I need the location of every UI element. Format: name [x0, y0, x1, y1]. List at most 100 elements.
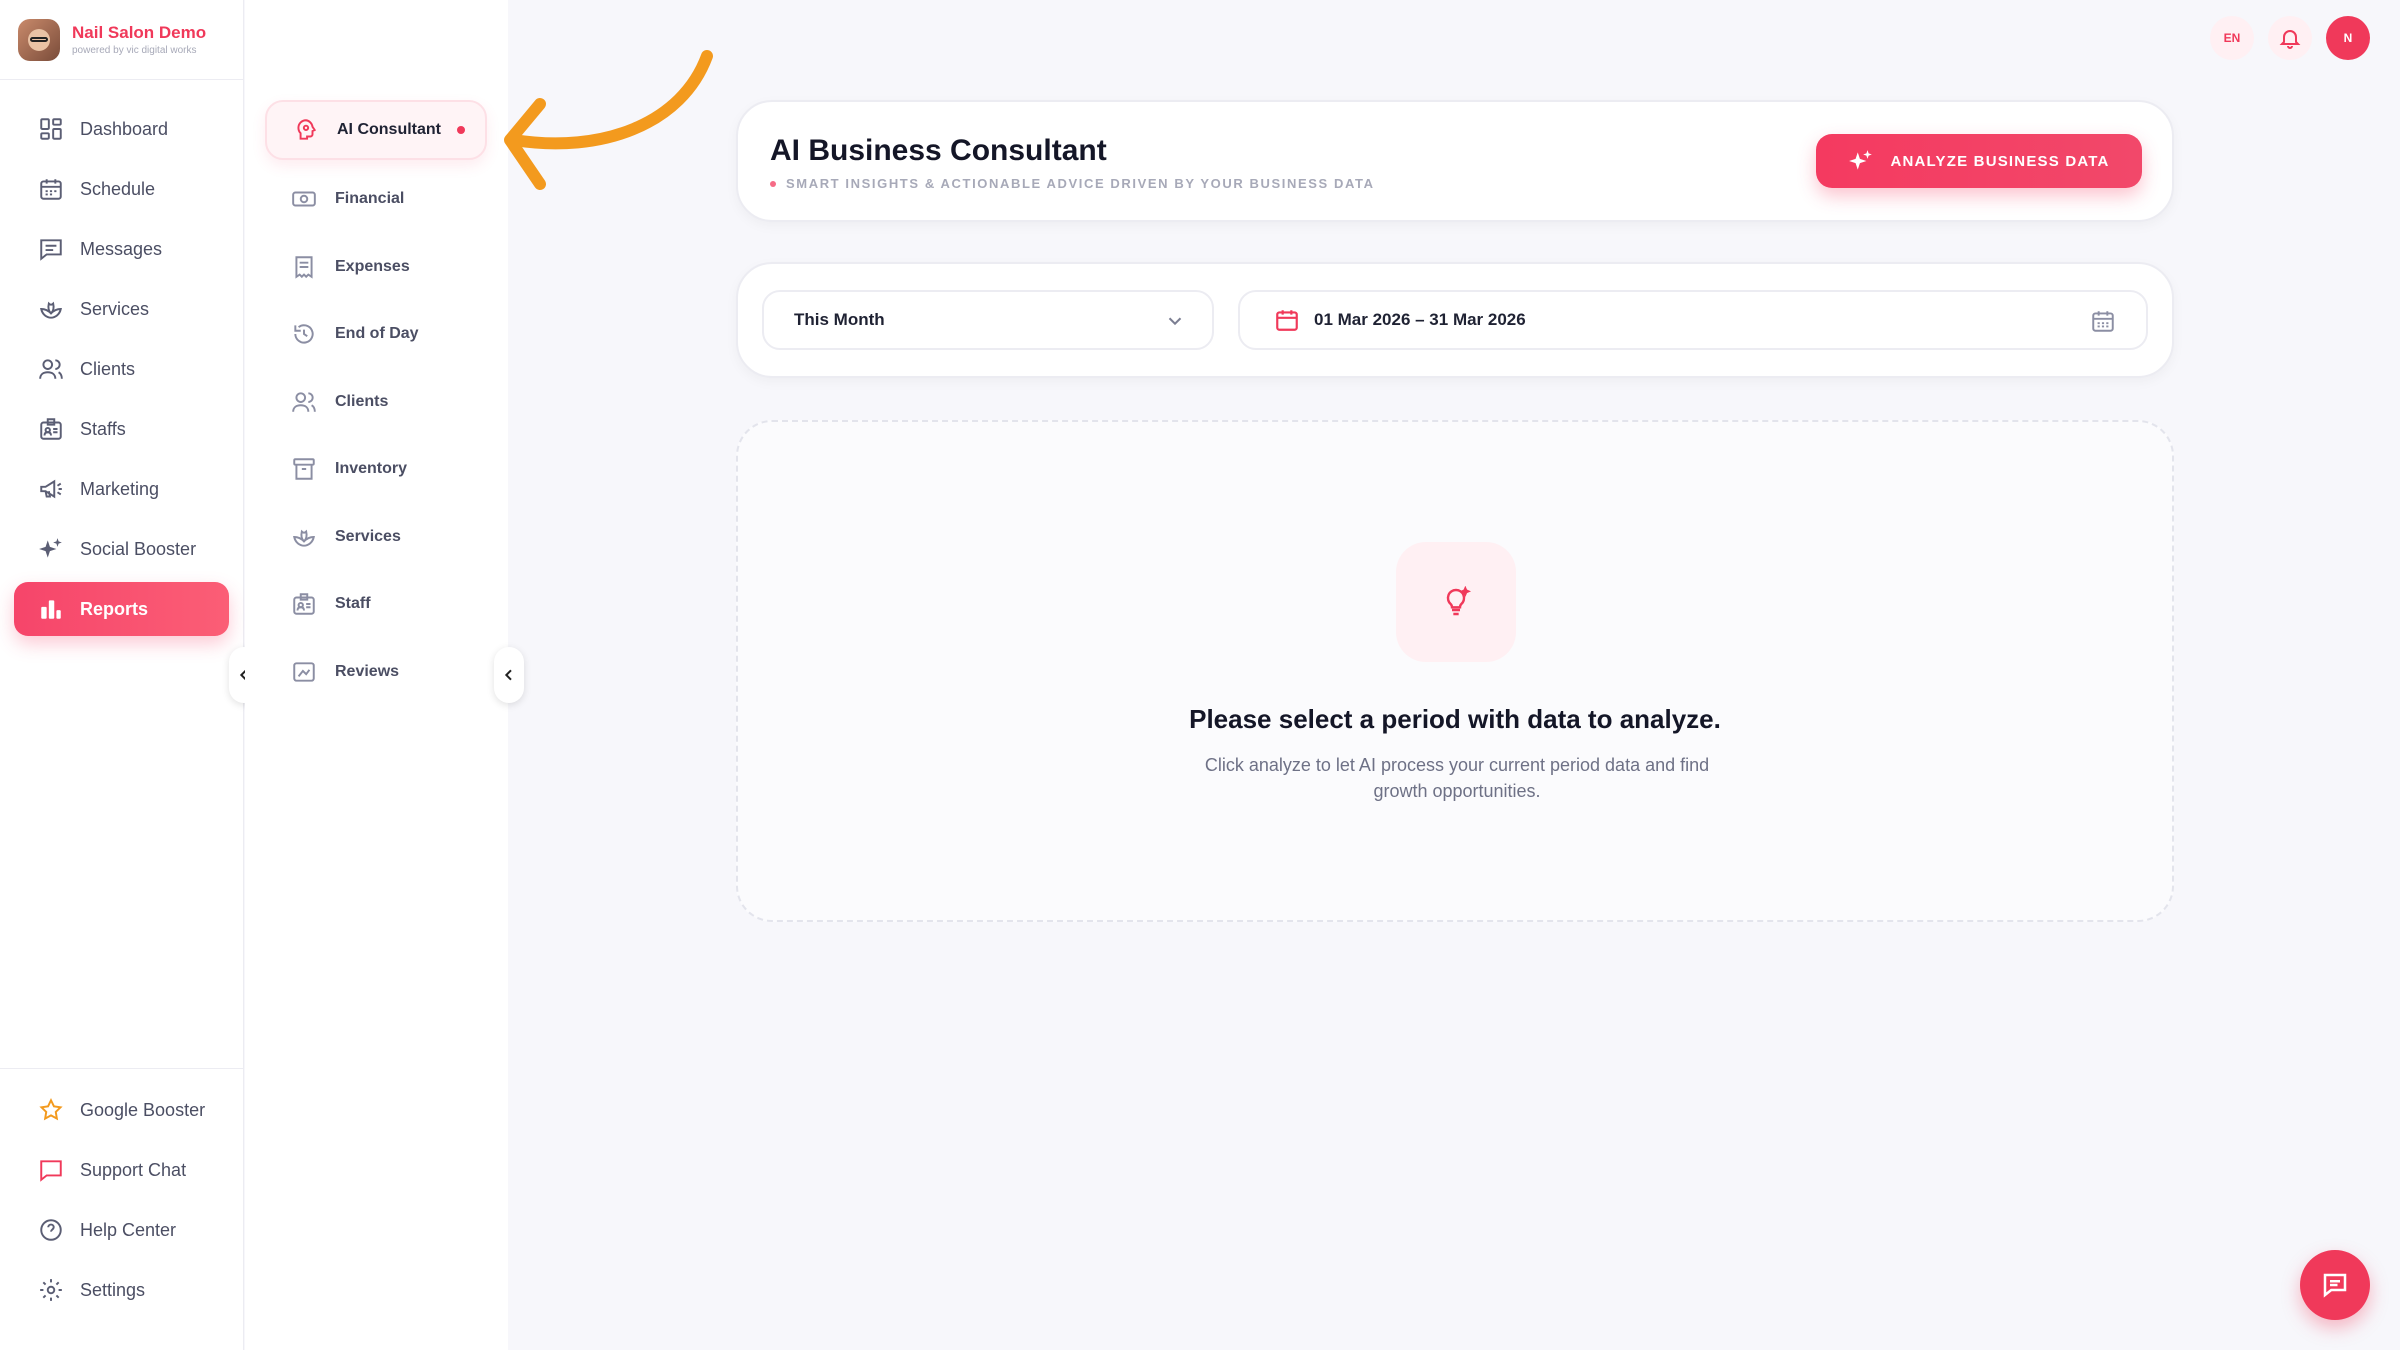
sidebar-item-google-booster[interactable]: Google Booster — [14, 1083, 229, 1137]
chat-bubble-icon — [36, 1155, 66, 1185]
chat-icon — [2323, 1273, 2347, 1298]
sidebar-item-support-chat[interactable]: Support Chat — [14, 1143, 229, 1197]
reports-item-label: Staff — [335, 595, 371, 612]
brand-avatar — [18, 18, 60, 61]
reports-item-clients[interactable]: Clients — [265, 372, 487, 432]
chat-launcher-button[interactable] — [2300, 1250, 2370, 1320]
reports-item-ai-consultant[interactable]: AI Consultant — [265, 100, 487, 160]
lotus-icon — [289, 522, 319, 552]
users-icon — [36, 354, 66, 384]
consultant-header-card: AI Business Consultant SMART INSIGHTS & … — [736, 100, 2174, 222]
receipt-icon — [289, 252, 319, 282]
analyze-button-label: ANALYZE BUSINESS DATA — [1890, 152, 2110, 170]
archive-icon — [289, 454, 319, 484]
subtitle-text: SMART INSIGHTS & ACTIONABLE ADVICE DRIVE… — [786, 176, 1375, 191]
sidebar-item-social-booster[interactable]: Social Booster — [14, 522, 229, 576]
sidebar-item-staffs[interactable]: Staffs — [14, 402, 229, 456]
reports-item-label: Reviews — [335, 663, 400, 680]
reports-item-label: Expenses — [335, 258, 410, 275]
reports-item-label: Services — [335, 528, 401, 545]
sidebar-item-reports[interactable]: Reports — [14, 582, 229, 636]
sidebar-bottom-nav: Google Booster Support Chat Help Center … — [0, 1068, 243, 1323]
reports-item-label: Clients — [335, 393, 389, 410]
sidebar-item-help-center[interactable]: Help Center — [14, 1203, 229, 1257]
user-avatar[interactable]: N — [2326, 16, 2370, 60]
empty-state-description: Click analyze to let AI process your cur… — [1204, 755, 1710, 801]
sidebar-item-dashboard[interactable]: Dashboard — [14, 102, 229, 156]
money-icon — [289, 184, 319, 214]
reports-item-end-of-day[interactable]: End of Day — [265, 304, 487, 364]
reports-item-label: AI Consultant — [337, 121, 441, 138]
review-chart-icon — [289, 657, 319, 687]
id-badge-icon — [36, 414, 66, 444]
annotation-arrow — [504, 50, 713, 190]
megaphone-icon — [36, 474, 66, 504]
sidebar-item-label: Support Chat — [80, 1159, 187, 1180]
reports-item-label: Financial — [335, 190, 405, 207]
reports-item-expenses[interactable]: Expenses — [265, 237, 487, 297]
sidebar-item-label: Clients — [80, 358, 136, 379]
main-sidebar: Nail Salon Demo powered by vic digital w… — [0, 0, 244, 1350]
sidebar-item-label: Social Booster — [80, 538, 197, 559]
period-select[interactable]: This Month — [762, 290, 1214, 350]
sidebar-item-schedule[interactable]: Schedule — [14, 162, 229, 216]
sidebar-item-label: Services — [80, 298, 150, 319]
sparkles-icon — [36, 534, 66, 564]
sidebar-item-label: Staffs — [80, 418, 126, 439]
date-range-picker[interactable]: 01 Mar 2026 – 31 Mar 2026 — [1238, 290, 2148, 350]
reports-item-staff[interactable]: Staff — [265, 574, 487, 634]
bar-chart-icon — [36, 594, 66, 624]
brand-header[interactable]: Nail Salon Demo powered by vic digital w… — [0, 0, 243, 80]
history-icon — [289, 319, 319, 349]
active-indicator-dot — [457, 126, 465, 134]
page-subtitle: SMART INSIGHTS & ACTIONABLE ADVICE DRIVE… — [770, 176, 1375, 191]
id-badge-icon — [289, 589, 319, 619]
reports-item-inventory[interactable]: Inventory — [265, 439, 487, 499]
sidebar-item-label: Google Booster — [80, 1099, 206, 1120]
sidebar-item-label: Messages — [80, 238, 163, 259]
page-title: AI Business Consultant — [770, 134, 1107, 167]
calendar-icon — [1274, 307, 1300, 333]
collapse-submenu-button[interactable] — [494, 647, 524, 703]
empty-state-title: Please select a period with data to anal… — [1189, 704, 1721, 734]
reports-item-reviews[interactable]: Reviews — [265, 642, 487, 702]
chevron-left-icon — [504, 669, 512, 681]
period-filter-card: This Month 01 Mar 2026 – 31 Mar 2026 — [736, 262, 2174, 378]
sidebar-item-messages[interactable]: Messages — [14, 222, 229, 276]
bell-icon — [2279, 30, 2301, 49]
empty-state-card: Please select a period with data to anal… — [736, 420, 2174, 922]
reports-item-label: Inventory — [335, 460, 408, 477]
message-icon — [36, 234, 66, 264]
sidebar-item-label: Schedule — [80, 178, 156, 199]
sidebar-item-label: Marketing — [80, 478, 160, 499]
sparkles-icon — [1849, 150, 1873, 170]
lotus-icon — [36, 294, 66, 324]
language-label: EN — [2223, 31, 2241, 45]
sidebar-item-marketing[interactable]: Marketing — [14, 462, 229, 516]
analyze-business-data-button[interactable]: ANALYZE BUSINESS DATA — [1816, 134, 2142, 188]
period-select-value: This Month — [794, 310, 885, 329]
notifications-button[interactable] — [2268, 16, 2312, 60]
sidebar-item-settings[interactable]: Settings — [14, 1263, 229, 1317]
sidebar-item-services[interactable]: Services — [14, 282, 229, 336]
reports-submenu: AI Consultant Financial Expenses End of … — [245, 0, 508, 1350]
brand-tagline: powered by vic digital works — [72, 45, 197, 56]
reports-item-financial[interactable]: Financial — [265, 169, 487, 229]
language-switcher[interactable]: EN — [2210, 16, 2254, 60]
sidebar-item-label: Settings — [80, 1279, 146, 1300]
reports-item-services[interactable]: Services — [265, 507, 487, 567]
subtitle-dot — [770, 180, 776, 187]
user-initial: N — [2343, 31, 2353, 45]
reports-item-label: End of Day — [335, 325, 419, 342]
star-icon — [36, 1095, 66, 1125]
calendar-icon — [36, 174, 66, 204]
sidebar-item-label: Dashboard — [80, 118, 169, 139]
gear-icon — [36, 1275, 66, 1305]
date-range-value: 01 Mar 2026 – 31 Mar 2026 — [1314, 310, 1526, 329]
lightbulb-icon — [1396, 542, 1516, 662]
chevron-down-icon — [1168, 317, 1182, 326]
sidebar-item-clients[interactable]: Clients — [14, 342, 229, 396]
main-nav: Dashboard Schedule Messages Services Cli… — [0, 80, 243, 636]
calendar-grid-icon[interactable] — [2090, 308, 2116, 334]
users-icon — [289, 387, 319, 417]
